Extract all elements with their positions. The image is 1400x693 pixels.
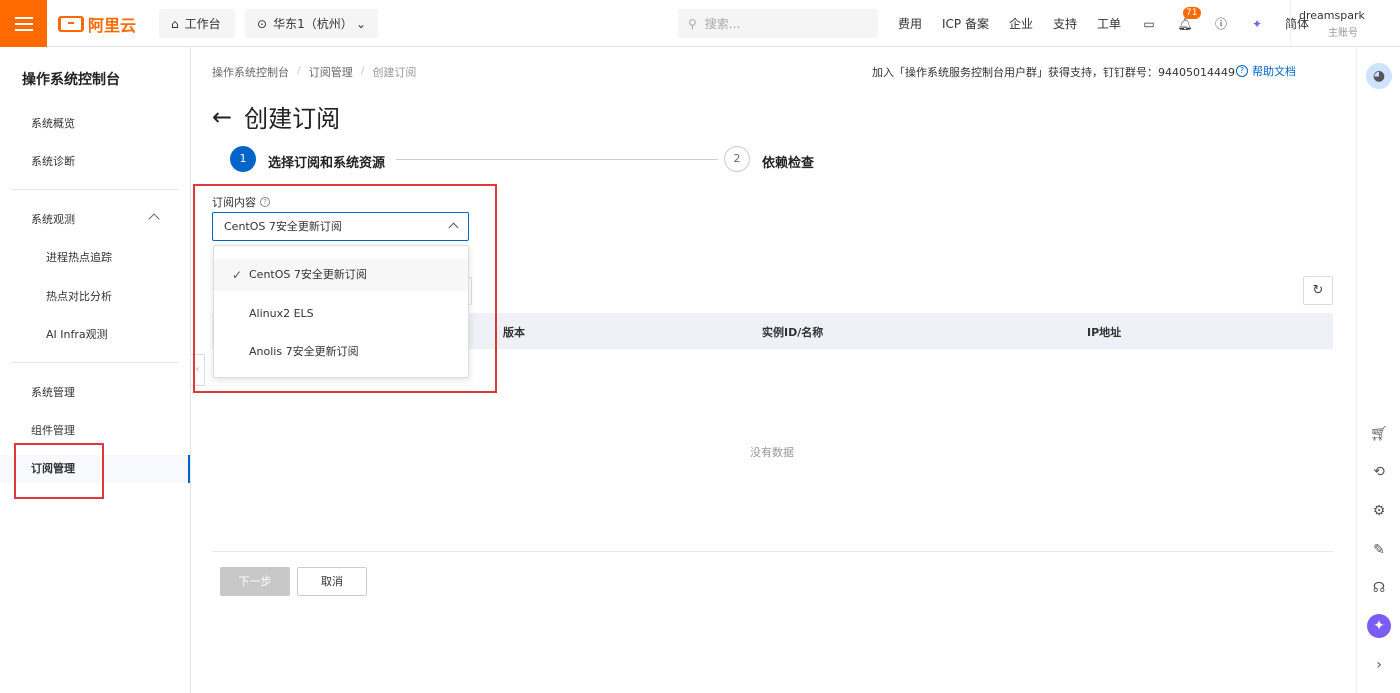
right-tool-rail: ◕ 🛒︎ ⟲ ⚙ ✎ ☊ ✦ › <box>1356 47 1400 693</box>
sidebar-item-process-hotspot[interactable]: 进程热点追踪 <box>0 244 190 272</box>
region-selector[interactable]: ⊙ 华东1（杭州） ⌄ <box>245 9 378 38</box>
search-icon: ⚲ <box>688 16 697 31</box>
assistant-avatar-icon[interactable]: ◕ <box>1366 63 1392 89</box>
nav-billing[interactable]: 费用 <box>898 15 922 32</box>
step-indicator: 1 选择订阅和系统资源 2 依赖检查 <box>230 146 830 174</box>
help-docs-link[interactable]: ? 帮助文档 <box>1236 63 1296 79</box>
sidebar-divider <box>12 189 178 190</box>
column-header-ip: IP地址 <box>1087 326 1122 339</box>
bell-icon[interactable]: 🔔︎ 71 <box>1177 6 1201 32</box>
ai-assistant-icon[interactable]: ✦ <box>1249 16 1265 32</box>
global-search-input[interactable]: ⚲ 搜索... <box>678 9 878 38</box>
step-connector <box>396 159 718 160</box>
nav-icp[interactable]: ICP 备案 <box>942 15 989 32</box>
sidebar-group-observe[interactable]: 系统观测 <box>0 206 190 234</box>
sidebar-title: 操作系统控制台 <box>22 72 120 88</box>
dropdown-option-centos7[interactable]: ✓ CentOS 7安全更新订阅 <box>214 259 468 291</box>
sidebar-divider <box>12 362 178 363</box>
sidebar-item-label: 系统观测 <box>31 213 75 226</box>
step-2-circle: 2 <box>724 146 750 172</box>
column-header-instance: 实例ID/名称 <box>762 326 824 339</box>
help-circle-icon[interactable]: ⓘ <box>1213 16 1229 32</box>
next-step-button[interactable]: 下一步 <box>220 567 290 596</box>
left-sidebar: 操作系统控制台 系统概览 系统诊断 系统观测 进程热点追踪 热点对比分析 AI … <box>0 47 191 693</box>
subscription-content-select[interactable]: CentOS 7安全更新订阅 <box>212 212 469 241</box>
edit-pen-icon[interactable]: ✎ <box>1367 538 1391 562</box>
sidebar-item-system-manage[interactable]: 系统管理 <box>0 379 190 407</box>
workbench-button[interactable]: ⌂ 工作台 <box>159 9 235 38</box>
help-docs-label: 帮助文档 <box>1252 65 1296 78</box>
brand-name: 阿里云 <box>88 16 137 35</box>
back-arrow-icon[interactable]: ← <box>212 103 232 131</box>
support-group-notice: 加入「操作系统服务控制台用户群」获得支持，钉钉群号：94405014449 <box>872 66 1235 79</box>
search-placeholder: 搜索... <box>704 17 741 31</box>
chevron-down-icon: ⌄ <box>355 16 366 31</box>
chevron-up-icon <box>148 213 160 225</box>
breadcrumb-separator: / <box>297 64 301 77</box>
sidebar-item-hotspot-compare[interactable]: 热点对比分析 <box>0 283 190 311</box>
breadcrumb-current: 创建订阅 <box>372 66 417 79</box>
step-1-circle: 1 <box>230 146 256 172</box>
dropdown-option-anolis7[interactable]: Anolis 7安全更新订阅 <box>214 336 468 368</box>
refresh-button[interactable]: ↻ <box>1303 276 1333 305</box>
step-2-label: 依赖检查 <box>762 156 815 171</box>
aliyun-logo[interactable]: 阿里云 <box>58 13 136 35</box>
sidebar-item-components[interactable]: 组件管理 <box>0 417 190 445</box>
breadcrumb-console[interactable]: 操作系统控制台 <box>212 64 289 80</box>
option-label: CentOS 7安全更新订阅 <box>249 268 367 281</box>
nav-ticket[interactable]: 工单 <box>1097 15 1121 32</box>
terminal-icon[interactable]: ▭ <box>1141 16 1157 32</box>
user-account-menu[interactable]: dreamspark 主账号 <box>1290 0 1400 47</box>
notification-badge: 71 <box>1183 6 1201 19</box>
option-label: Anolis 7安全更新订阅 <box>249 345 359 358</box>
empty-state-text: 没有数据 <box>750 446 794 459</box>
headset-support-icon[interactable]: ☊ <box>1367 576 1391 600</box>
breadcrumb: 操作系统控制台 / 订阅管理 / 创建订阅 <box>212 64 416 80</box>
sync-doc-icon[interactable]: ⟲ <box>1367 460 1391 484</box>
step-1-label: 选择订阅和系统资源 <box>268 156 386 171</box>
dropdown-option-alinux2[interactable]: Alinux2 ELS <box>214 298 468 330</box>
cancel-button[interactable]: 取消 <box>297 567 367 596</box>
ai-sparkle-icon[interactable]: ✦ <box>1367 614 1391 638</box>
question-circle-icon[interactable]: ? <box>260 197 270 207</box>
nav-enterprise[interactable]: 企业 <box>1009 15 1033 32</box>
page-title: 创建订阅 <box>244 105 341 133</box>
hamburger-menu-button[interactable] <box>0 0 47 47</box>
option-label: Alinux2 ELS <box>249 307 314 320</box>
check-icon: ✓ <box>232 268 243 282</box>
sidebar-collapse-handle[interactable]: ‹ <box>191 354 205 386</box>
subscription-dropdown-menu: ✓ CentOS 7安全更新订阅 Alinux2 ELS Anolis 7安全更… <box>213 245 469 378</box>
home-icon: ⌂ <box>171 16 179 31</box>
breadcrumb-separator: / <box>360 64 365 77</box>
region-label: 华东1（杭州） <box>273 17 353 31</box>
page-header: ← 创建订阅 <box>212 99 340 134</box>
chevron-up-icon <box>448 222 459 233</box>
question-circle-icon: ? <box>1236 65 1248 77</box>
cart-icon[interactable]: 🛒︎ <box>1367 422 1391 446</box>
settings-gear-icon[interactable]: ⚙ <box>1367 499 1391 523</box>
select-value: CentOS 7安全更新订阅 <box>224 220 342 233</box>
top-navigation-bar: 阿里云 ⌂ 工作台 ⊙ 华东1（杭州） ⌄ ⚲ 搜索... 费用 ICP 备案 … <box>0 0 1400 47</box>
nav-support[interactable]: 支持 <box>1053 15 1077 32</box>
chevron-right-icon[interactable]: › <box>1367 653 1391 677</box>
workbench-label: 工作台 <box>184 17 221 31</box>
user-role: 主账号 <box>1328 28 1358 39</box>
sidebar-item-subscription[interactable]: 订阅管理 <box>0 455 190 483</box>
username: dreamspark <box>1299 9 1365 22</box>
location-pin-icon: ⊙ <box>257 16 268 31</box>
subscription-content-label: 订阅内容 ? <box>212 194 270 210</box>
aliyun-logo-mark-icon <box>58 16 84 32</box>
top-nav-links: 费用 ICP 备案 企业 支持 工单 ▭ 🔔︎ 71 ⓘ ✦ 简体 <box>898 0 1309 47</box>
field-label-text: 订阅内容 <box>212 196 256 209</box>
sidebar-item-diagnosis[interactable]: 系统诊断 <box>0 148 190 176</box>
refresh-icon: ↻ <box>1312 283 1324 298</box>
table-divider <box>212 551 1333 552</box>
sidebar-item-overview[interactable]: 系统概览 <box>0 110 190 138</box>
sidebar-item-ai-infra[interactable]: AI Infra观测 <box>0 321 190 349</box>
breadcrumb-subscription[interactable]: 订阅管理 <box>309 64 353 80</box>
column-header-version: 版本 <box>503 326 525 339</box>
